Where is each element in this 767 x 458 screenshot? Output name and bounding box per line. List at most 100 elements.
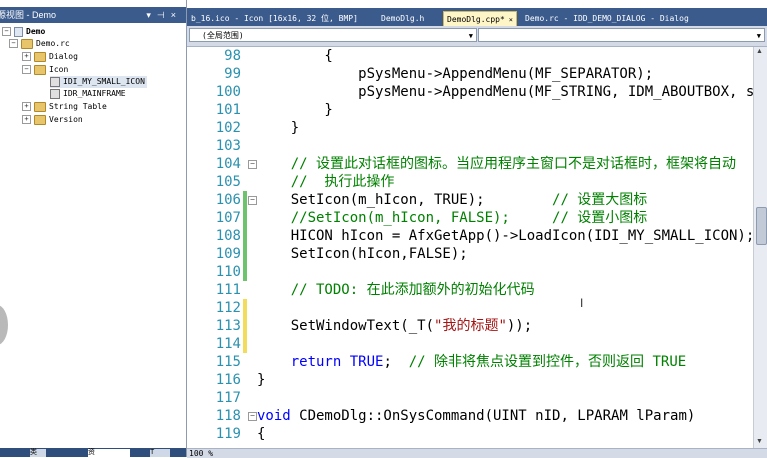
- member-dropdown[interactable]: ▼: [478, 28, 765, 42]
- expand-icon[interactable]: +: [22, 102, 31, 111]
- code-line[interactable]: 103: [187, 137, 753, 155]
- code-line[interactable]: 117: [187, 389, 753, 407]
- navigation-bar: (全局范围) ▼ ▼: [187, 26, 767, 47]
- code-text: SetIcon(m_hIcon, TRUE); // 设置大图标: [257, 192, 648, 208]
- collapse-icon[interactable]: −: [22, 65, 31, 74]
- folder-icon: [21, 38, 33, 49]
- fold-toggle-icon[interactable]: −: [248, 160, 257, 169]
- line-number: 108: [215, 228, 241, 244]
- code-line[interactable]: 99 pSysMenu->AppendMenu(MF_SEPARATOR);: [187, 65, 753, 83]
- line-number: 109: [215, 246, 241, 262]
- saved-change-marker: [243, 245, 247, 263]
- close-icon[interactable]: ×: [171, 10, 182, 20]
- vertical-scrollbar[interactable]: ▲ ▼: [753, 47, 767, 448]
- tab-demo-rc-dialog[interactable]: Demo.rc - IDD_DEMO_DIALOG - Dialog: [525, 11, 689, 26]
- collapse-icon[interactable]: −: [2, 27, 11, 36]
- code-line[interactable]: 111 // TODO: 在此添加额外的初始化代码: [187, 281, 753, 299]
- bottom-tab-class[interactable]: 类: [30, 449, 46, 457]
- code-line[interactable]: 109 SetIcon(hIcon,FALSE);: [187, 245, 753, 263]
- code-text: }: [257, 120, 300, 136]
- tree-item-label: IDR_MAINFRAME: [63, 89, 126, 98]
- tree-item-label: Dialog: [49, 52, 78, 61]
- bottom-tab-resource[interactable]: 资: [88, 449, 130, 457]
- tree-item-label: Demo.rc: [36, 39, 70, 48]
- tree-item-demo-rc[interactable]: − Demo.rc: [9, 38, 70, 50]
- scope-dropdown[interactable]: (全局范围) ▼: [189, 28, 477, 42]
- tree-item-label: Demo: [26, 27, 46, 36]
- tab-demodlg-cpp[interactable]: DemoDlg.cpp* ×: [443, 11, 518, 27]
- saved-change-marker: [243, 209, 247, 227]
- tree-item-demo[interactable]: − Demo: [2, 26, 45, 38]
- code-line[interactable]: 108 HICON hIcon = AfxGetApp()->LoadIcon(…: [187, 227, 753, 245]
- code-line[interactable]: 115 return TRUE; // 除非将焦点设置到控件，否则返回 TRUE: [187, 353, 753, 371]
- line-number: 101: [215, 102, 241, 118]
- tree-item-idr-mainframe[interactable]: IDR_MAINFRAME: [50, 88, 126, 100]
- code-line[interactable]: 116}: [187, 371, 753, 389]
- line-number: 116: [215, 372, 241, 388]
- expand-icon[interactable]: +: [22, 115, 31, 124]
- saved-change-marker: [243, 191, 247, 209]
- pane-buttons: ▾⊣×: [146, 7, 182, 23]
- scrollbar-thumb[interactable]: [756, 207, 767, 245]
- line-number: 114: [215, 336, 241, 352]
- tree-item-dialog[interactable]: + Dialog: [22, 51, 78, 63]
- scroll-down-icon[interactable]: ▼: [756, 438, 763, 445]
- folder-icon: [34, 64, 46, 75]
- collapse-icon[interactable]: −: [9, 39, 18, 48]
- tree-item-icon-folder[interactable]: − Icon: [22, 64, 68, 76]
- line-number: 105: [215, 174, 241, 190]
- code-line[interactable]: 104− // 设置此对话框的图标。当应用程序主窗口不是对话框时，框架将自动: [187, 155, 753, 173]
- code-text: SetIcon(hIcon,FALSE);: [257, 246, 468, 262]
- code-text: SetWindowText(_T("我的标题"));: [257, 318, 533, 334]
- scroll-up-icon[interactable]: ▲: [756, 48, 763, 55]
- folder-icon: [34, 101, 46, 112]
- tree-item-idi-my-small-icon[interactable]: IDI_MY_SMALL_ICON: [50, 76, 147, 88]
- line-number: 102: [215, 120, 241, 136]
- code-line[interactable]: 107 //SetIcon(m_hIcon, FALSE); // 设置小图标: [187, 209, 753, 227]
- code-line[interactable]: 105 // 执行此操作: [187, 173, 753, 191]
- code-line[interactable]: 114: [187, 335, 753, 353]
- code-line[interactable]: 110: [187, 263, 753, 281]
- line-number: 104: [215, 156, 241, 172]
- folder-icon: [34, 114, 46, 125]
- code-line[interactable]: 112: [187, 299, 753, 317]
- expand-icon[interactable]: +: [22, 52, 31, 61]
- code-text: }: [257, 372, 266, 388]
- pin-icon[interactable]: ⊣: [157, 10, 171, 20]
- code-line[interactable]: 98 {: [187, 47, 753, 65]
- code-text: {: [257, 48, 333, 64]
- tab-demodlg-h[interactable]: DemoDlg.h: [381, 11, 424, 26]
- line-number: 118: [215, 408, 241, 424]
- chevron-down-icon: ▼: [468, 32, 473, 40]
- tree-item-string-table[interactable]: + String Table: [22, 101, 107, 113]
- code-line[interactable]: 118− void CDemoDlg::OnSysCommand(UINT nID…: [187, 407, 753, 425]
- code-text: //SetIcon(m_hIcon, FALSE); // 设置小图标: [290, 210, 648, 226]
- fold-toggle-icon[interactable]: −: [248, 196, 257, 205]
- code-line[interactable]: 101 }: [187, 101, 753, 119]
- code-editor[interactable]: 98 {99 pSysMenu->AppendMenu(MF_SEPARATOR…: [187, 47, 753, 448]
- code-text: pSysMenu->AppendMenu(MF_STRING, IDM_ABOU…: [257, 84, 753, 100]
- line-number: 117: [215, 390, 241, 406]
- code-line[interactable]: 113 SetWindowText(_T("我的标题"));: [187, 317, 753, 335]
- code-line[interactable]: 119 {: [187, 425, 753, 443]
- pane-menu-icon[interactable]: ▾: [146, 10, 157, 20]
- tree-item-label: Version: [49, 115, 83, 124]
- line-number: 113: [215, 318, 241, 334]
- fold-toggle-icon[interactable]: −: [248, 412, 257, 421]
- code-text: // 执行此操作: [290, 174, 395, 190]
- tree-item-version[interactable]: + Version: [22, 114, 83, 126]
- tab-b16-ico[interactable]: b_16.ico - Icon [16x16, 32 位, BMP]: [191, 11, 358, 26]
- code-line[interactable]: 100 pSysMenu->AppendMenu(MF_STRING, IDM_…: [187, 83, 753, 101]
- line-number: 98: [224, 48, 241, 64]
- code-text: return TRUE; // 除非将焦点设置到控件，否则返回 TRUE: [290, 354, 687, 370]
- icon-resource-icon: [50, 88, 60, 99]
- bottom-tab-team[interactable]: T: [150, 449, 170, 457]
- resource-view-title: 源视图 - Demo: [0, 10, 57, 20]
- code-line[interactable]: 106− SetIcon(m_hIcon, TRUE); // 设置大图标: [187, 191, 753, 209]
- code-text: pSysMenu->AppendMenu(MF_SEPARATOR);: [257, 66, 654, 82]
- document-tab-bar: b_16.ico - Icon [16x16, 32 位, BMP] DemoD…: [187, 8, 767, 27]
- code-line[interactable]: 102 }: [187, 119, 753, 137]
- unsaved-change-marker: [243, 335, 247, 353]
- unsaved-change-marker: [243, 299, 247, 317]
- tree-item-label: Icon: [49, 65, 69, 74]
